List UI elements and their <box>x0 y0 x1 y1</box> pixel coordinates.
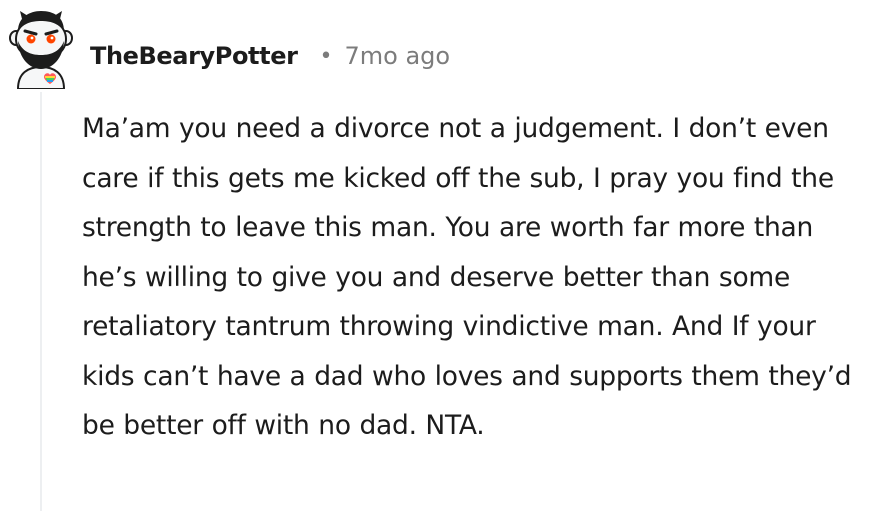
timestamp[interactable]: 7mo ago <box>345 42 451 70</box>
comment: TheBearyPotter • 7mo ago Ma’am you need … <box>0 0 869 511</box>
snoo-avatar-icon <box>9 11 73 90</box>
username-link[interactable]: TheBearyPotter <box>90 42 298 70</box>
meta-separator: • <box>319 43 333 69</box>
comment-header: TheBearyPotter • 7mo ago <box>90 36 450 76</box>
user-avatar[interactable] <box>4 7 78 90</box>
comment-body: Ma’am you need a divorce not a judgement… <box>82 113 852 441</box>
thread-line[interactable] <box>40 92 42 511</box>
